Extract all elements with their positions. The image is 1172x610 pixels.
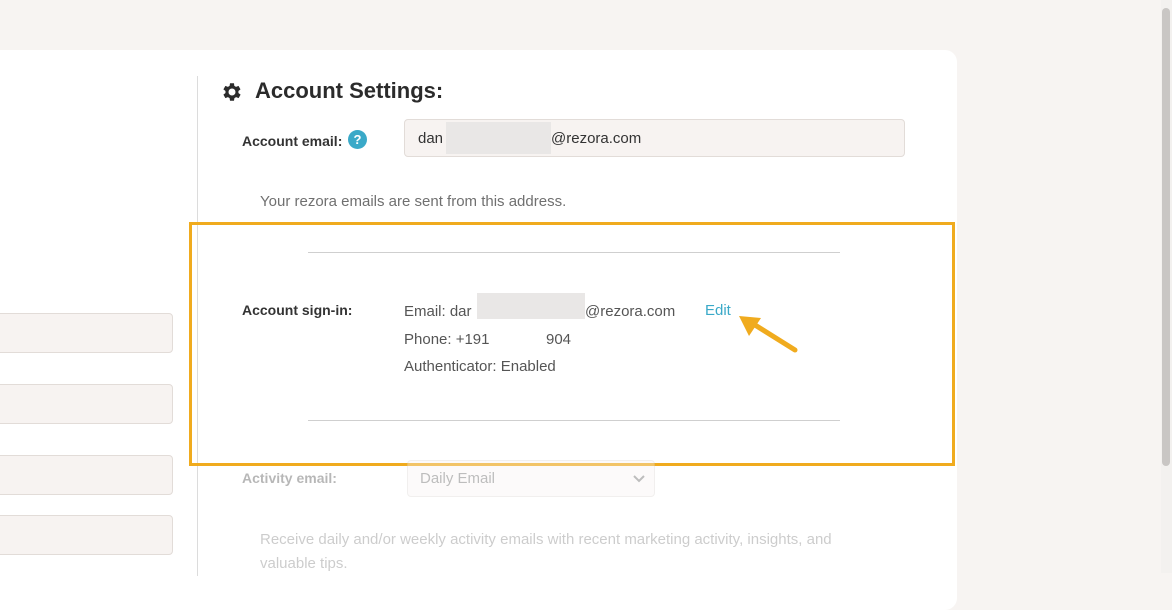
- activity-email-label: Activity email:: [242, 470, 337, 486]
- account-email-label: Account email:: [242, 133, 343, 149]
- page-title: Account Settings:: [255, 78, 444, 103]
- activity-email-help-2: valuable tips.: [260, 555, 348, 572]
- activity-email-select[interactable]: Daily Email: [407, 460, 655, 497]
- gear-icon: [223, 83, 241, 101]
- email-value-suffix: @rezora.com: [551, 130, 642, 147]
- left-field-2[interactable]: [0, 384, 173, 424]
- account-email-help: Your rezora emails are sent from this ad…: [260, 193, 567, 210]
- chevron-down-icon: [633, 475, 645, 483]
- account-email-field[interactable]: dan @rezora.com: [404, 119, 905, 157]
- left-field-4[interactable]: [0, 515, 173, 555]
- activity-email-value: Daily Email: [420, 470, 496, 487]
- email-value-prefix: dan: [418, 130, 444, 147]
- left-field-1[interactable]: [0, 313, 173, 353]
- question-icon[interactable]: ?: [348, 130, 367, 149]
- left-field-3[interactable]: [0, 455, 173, 495]
- highlight-box: [189, 222, 955, 466]
- activity-email-help-1: Receive daily and/or weekly activity ema…: [260, 531, 832, 548]
- redaction-block: [446, 122, 551, 154]
- scrollbar-thumb[interactable]: [1162, 8, 1170, 466]
